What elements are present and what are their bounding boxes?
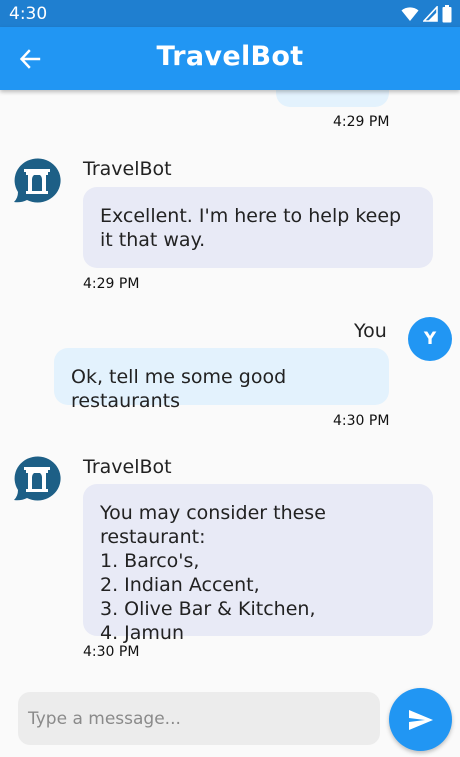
message-input[interactable]: Type a message...	[18, 692, 380, 745]
bot-message-bubble: Excellent. I'm here to help keep it that…	[83, 187, 433, 268]
message-input-placeholder: Type a message...	[28, 708, 181, 729]
message-time: 4:29 PM	[333, 114, 390, 130]
travelbot-avatar-icon	[14, 456, 61, 501]
status-time: 4:30	[9, 4, 48, 24]
travelbot-avatar-icon	[14, 158, 61, 203]
message-line: You may consider these restaurant:	[100, 502, 326, 548]
wifi-icon	[401, 7, 419, 21]
send-button[interactable]	[389, 688, 452, 751]
sender-name: TravelBot	[83, 158, 172, 180]
message-time: 4:30 PM	[83, 644, 140, 660]
user-message-bubble	[276, 90, 389, 107]
app-bar: TravelBot	[0, 27, 460, 90]
status-icons	[401, 5, 452, 23]
message-time: 4:29 PM	[83, 276, 140, 292]
signal-icon	[423, 6, 438, 22]
message-text: Ok, tell me some good restaurants	[71, 366, 287, 412]
sender-name: You	[354, 320, 387, 342]
message-line: 3. Olive Bar & Kitchen,	[100, 598, 316, 620]
message-line: 1. Barco's,	[100, 550, 200, 572]
message-time: 4:30 PM	[333, 413, 390, 429]
sender-name: TravelBot	[83, 456, 172, 478]
app-title: TravelBot	[156, 41, 304, 72]
message-text: Excellent. I'm here to help keep it that…	[100, 205, 402, 251]
user-avatar: Y	[408, 317, 452, 361]
chat-messages[interactable]: 4:29 PM TravelBot Excellent. I'm here to…	[0, 90, 460, 680]
user-message-bubble: Ok, tell me some good restaurants	[54, 348, 389, 412]
avatar-letter: Y	[423, 329, 437, 349]
message-line: 2. Indian Accent,	[100, 574, 260, 596]
status-bar: 4:30	[0, 0, 460, 27]
message-line: 4. Jamun	[100, 622, 185, 644]
send-icon	[408, 709, 433, 730]
bot-message-bubble: You may consider these restaurant: 1. Ba…	[83, 484, 433, 644]
battery-icon	[442, 5, 452, 23]
